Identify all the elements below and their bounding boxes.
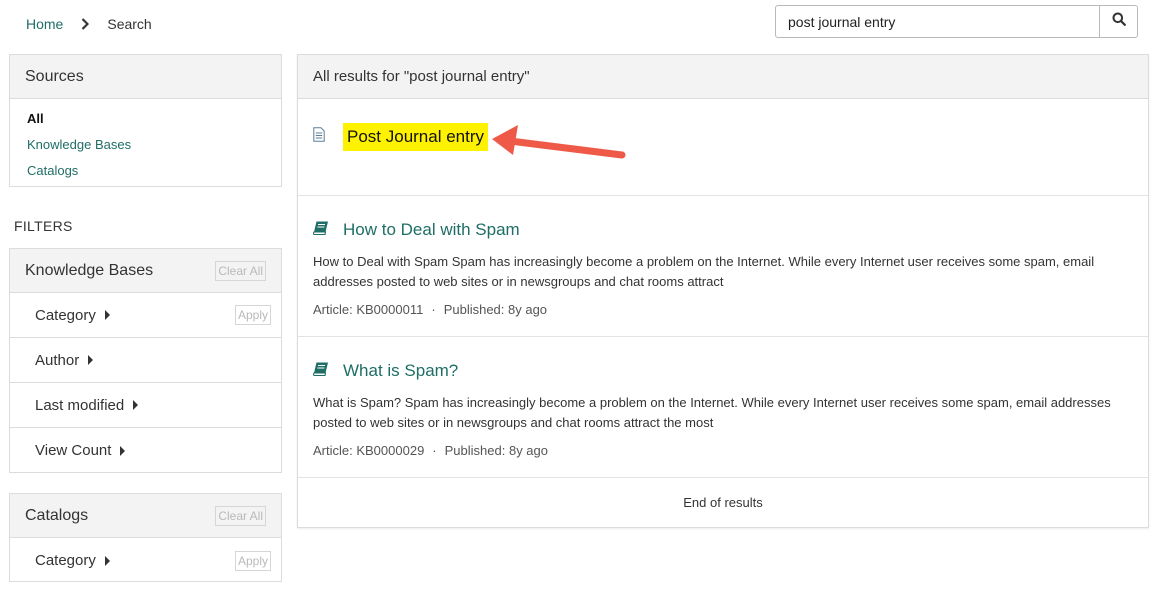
caret-right-icon xyxy=(88,355,94,365)
result-item: Post Journal entry xyxy=(298,99,1148,196)
sources-list: All Knowledge Bases Catalogs xyxy=(10,99,281,187)
breadcrumb-current: Search xyxy=(107,16,152,32)
search-icon xyxy=(1112,12,1126,31)
result-published: Published: 8y ago xyxy=(444,443,548,458)
catalogs-filter-row-category[interactable]: Category Apply xyxy=(10,538,281,583)
book-icon xyxy=(313,362,329,381)
chevron-right-icon xyxy=(81,18,90,30)
filter-label: Category xyxy=(35,552,96,569)
search-box xyxy=(775,5,1138,38)
filters-heading: FILTERS xyxy=(14,218,73,234)
breadcrumb: Home Search xyxy=(26,14,152,34)
filter-row-author[interactable]: Author xyxy=(10,338,281,383)
annotation-arrow-icon xyxy=(492,125,626,159)
search-button[interactable] xyxy=(1099,6,1137,37)
sources-panel: Sources All Knowledge Bases Catalogs xyxy=(9,54,282,187)
results-panel: All results for "post journal entry" Pos… xyxy=(297,54,1149,528)
result-article-id: Article: KB0000029 xyxy=(313,443,425,458)
result-meta: Article: KB0000029 · Published: 8y ago xyxy=(313,443,548,458)
result-title-link[interactable]: What is Spam? xyxy=(343,361,458,381)
result-title-link[interactable]: Post Journal entry xyxy=(343,123,489,151)
source-item-knowledge-bases[interactable]: Knowledge Bases xyxy=(27,135,265,161)
book-icon xyxy=(313,221,329,240)
result-description: What is Spam? Spam has increasingly beco… xyxy=(313,395,1111,430)
source-item-all[interactable]: All xyxy=(27,109,265,135)
caret-right-icon xyxy=(104,555,110,566)
document-icon xyxy=(313,127,325,147)
catalogs-category-apply-button[interactable]: Apply xyxy=(234,550,271,571)
results-header: All results for "post journal entry" xyxy=(298,55,1148,99)
kb-category-apply-button[interactable]: Apply xyxy=(234,305,271,325)
result-title-link[interactable]: How to Deal with Spam xyxy=(343,220,520,240)
filter-row-category[interactable]: Category Apply xyxy=(10,293,281,338)
sources-title: Sources xyxy=(10,55,281,99)
breadcrumb-home-link[interactable]: Home xyxy=(26,16,63,32)
search-input[interactable] xyxy=(776,6,1099,37)
filter-row-view-count[interactable]: View Count xyxy=(10,428,281,473)
kb-filter-group: Knowledge Bases Clear All Category Apply… xyxy=(9,248,282,473)
kb-clear-all-button[interactable]: Clear All xyxy=(215,260,266,281)
caret-right-icon xyxy=(104,310,110,320)
source-item-catalogs[interactable]: Catalogs xyxy=(27,161,265,187)
result-article-id: Article: KB0000011 xyxy=(313,302,424,317)
caret-right-icon xyxy=(133,400,139,410)
result-item: How to Deal with Spam How to Deal with S… xyxy=(298,196,1148,337)
filter-row-last-modified[interactable]: Last modified xyxy=(10,383,281,428)
catalogs-clear-all-button[interactable]: Clear All xyxy=(215,505,266,526)
filter-label: Category xyxy=(35,306,96,324)
caret-right-icon xyxy=(120,445,126,456)
result-published: Published: 8y ago xyxy=(443,302,548,317)
end-of-results: End of results xyxy=(683,495,763,510)
filter-label: Author xyxy=(35,351,80,369)
result-item: What is Spam? What is Spam? Spam has inc… xyxy=(298,337,1148,478)
filter-label: Last modified xyxy=(35,396,125,414)
result-description: How to Deal with Spam Spam has increasin… xyxy=(313,254,1095,289)
catalogs-filter-title: Catalogs xyxy=(25,506,89,524)
kb-filter-title: Knowledge Bases xyxy=(25,261,154,279)
filter-label: View Count xyxy=(35,442,112,459)
result-meta: Article: KB0000011 · Published: 8y ago xyxy=(313,302,548,317)
catalogs-filter-group: Catalogs Clear All Category Apply xyxy=(9,493,282,582)
